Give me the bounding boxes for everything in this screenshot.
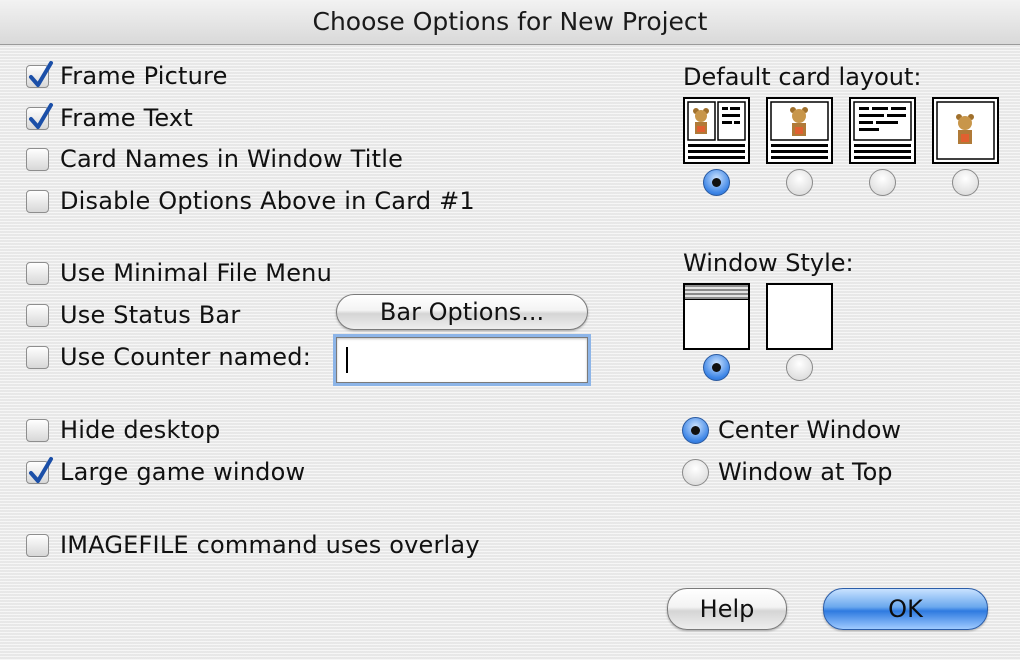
card-layout-picture-thumbnail[interactable]: [766, 97, 833, 164]
checkbox-label: Frame Text: [60, 104, 193, 132]
card-layout-radio-4[interactable]: [952, 169, 979, 196]
card-layout-radio-1[interactable]: [703, 169, 730, 196]
checkbox-frame-text[interactable]: Frame Text: [26, 100, 193, 136]
checkbox-icon[interactable]: [26, 533, 49, 557]
card-layout-radio-2[interactable]: [786, 169, 813, 196]
window-style-heading: Window Style:: [683, 249, 854, 277]
window-style-plain-thumbnail[interactable]: [766, 283, 833, 350]
checkbox-icon[interactable]: [26, 189, 49, 213]
options-dialog: Choose Options for New Project Frame Pic…: [0, 0, 1020, 660]
checkbox-label: Use Status Bar: [60, 301, 241, 329]
counter-name-input[interactable]: [336, 337, 588, 383]
checkbox-label: Frame Picture: [60, 62, 228, 90]
checkbox-icon[interactable]: [26, 147, 49, 171]
checkbox-label: Use Counter named:: [60, 343, 311, 371]
checkbox-disable-options-card1[interactable]: Disable Options Above in Card #1: [26, 183, 475, 219]
checkbox-icon[interactable]: [26, 456, 53, 484]
checkbox-label: Use Minimal File Menu: [60, 259, 332, 287]
bar-options-button[interactable]: Bar Options...: [336, 294, 588, 330]
checkbox-hide-desktop[interactable]: Hide desktop: [26, 412, 220, 448]
radio-center-window[interactable]: Center Window: [682, 412, 901, 448]
checkbox-card-names-in-title[interactable]: Card Names in Window Title: [26, 141, 403, 177]
checkmark-icon: [29, 102, 53, 129]
checkbox-label: Card Names in Window Title: [60, 145, 404, 173]
checkbox-icon[interactable]: [26, 303, 49, 327]
card-layout-picture-full-thumbnail[interactable]: [932, 97, 999, 164]
checkbox-label: Disable Options Above in Card #1: [60, 187, 475, 215]
checkbox-icon[interactable]: [26, 102, 53, 130]
checkmark-icon: [29, 456, 53, 483]
picture-and-text-layout-icon: [687, 101, 746, 159]
checkbox-imagefile-overlay[interactable]: IMAGEFILE command uses overlay: [26, 527, 480, 563]
radio-icon[interactable]: [682, 458, 709, 486]
text-caret: [346, 347, 348, 373]
window-style-radio-1[interactable]: [703, 354, 730, 381]
checkbox-icon[interactable]: [26, 345, 49, 369]
checkbox-status-bar[interactable]: Use Status Bar: [26, 297, 240, 333]
checkbox-minimal-file-menu[interactable]: Use Minimal File Menu: [26, 255, 332, 291]
card-layout-heading: Default card layout:: [683, 63, 922, 91]
help-button[interactable]: Help: [667, 588, 787, 630]
radio-label: Window at Top: [718, 458, 893, 486]
dialog-title: Choose Options for New Project: [0, 0, 1020, 45]
card-layout-picture-text-thumbnail[interactable]: [683, 97, 750, 164]
checkmark-icon: [29, 60, 53, 87]
title-bar-stripes-icon: [685, 285, 748, 300]
checkbox-icon[interactable]: [26, 60, 53, 88]
checkbox-frame-picture[interactable]: Frame Picture: [26, 58, 228, 94]
checkbox-large-game-window[interactable]: Large game window: [26, 454, 305, 490]
radio-icon[interactable]: [682, 416, 709, 444]
picture-only-layout-icon: [770, 101, 829, 159]
checkbox-label: IMAGEFILE command uses overlay: [60, 531, 480, 559]
card-layout-text-thumbnail[interactable]: [849, 97, 916, 164]
picture-full-layout-icon: [936, 101, 995, 160]
checkbox-icon[interactable]: [26, 261, 49, 285]
window-style-titlebar-thumbnail[interactable]: [683, 283, 750, 350]
radio-label: Center Window: [718, 416, 902, 444]
checkbox-use-counter[interactable]: Use Counter named:: [26, 339, 311, 375]
card-layout-radio-3[interactable]: [869, 169, 896, 196]
checkbox-icon[interactable]: [26, 418, 49, 442]
radio-window-at-top[interactable]: Window at Top: [682, 454, 893, 490]
text-only-layout-icon: [853, 101, 912, 159]
checkbox-label: Hide desktop: [60, 416, 221, 444]
ok-button[interactable]: OK: [823, 588, 988, 630]
window-style-radio-2[interactable]: [786, 354, 813, 381]
checkbox-label: Large game window: [60, 458, 306, 486]
